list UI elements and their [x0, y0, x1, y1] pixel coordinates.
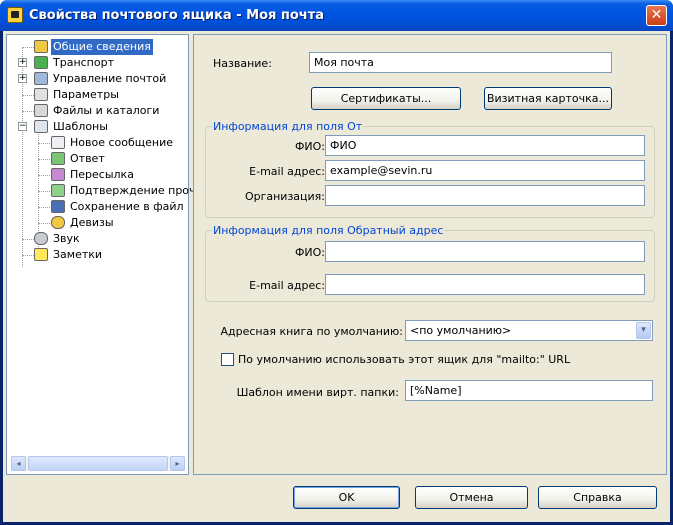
- tree-item-parameters[interactable]: Параметры: [7, 87, 188, 103]
- mailto-checkbox-label[interactable]: По умолчанию использовать этот ящик для …: [238, 353, 570, 366]
- scroll-left-button[interactable]: ◂: [11, 456, 26, 471]
- tree-item-label: Девизы: [70, 216, 114, 229]
- tree-item-label: Заметки: [53, 248, 103, 261]
- tree-item-save-to-file[interactable]: Сохранение в файл: [7, 199, 188, 215]
- addressbook-label: Адресная книга по умолчанию:: [220, 325, 403, 338]
- close-button[interactable]: ✕: [646, 5, 667, 26]
- tree-item-label: Параметры: [53, 88, 119, 101]
- tree-item-templates[interactable]: − Шаблоны: [7, 119, 188, 135]
- reply-fio-label: ФИО:: [294, 246, 325, 259]
- tree-item-label: Сохранение в файл: [70, 200, 184, 213]
- reply-group-title: Информация для поля Обратный адрес: [212, 224, 445, 237]
- settings-tree: Общие сведения + Транспорт + Управление …: [6, 34, 202, 475]
- expand-icon[interactable]: +: [18, 74, 27, 83]
- name-label: Название:: [213, 57, 272, 70]
- scroll-right-button[interactable]: ▸: [170, 456, 185, 471]
- expand-icon[interactable]: +: [18, 58, 27, 67]
- name-input[interactable]: Моя почта: [309, 52, 612, 73]
- reply-email-input[interactable]: [325, 274, 645, 295]
- tree-item-label: Новое сообщение: [70, 136, 174, 149]
- read-receipt-icon: [51, 184, 65, 197]
- scroll-thumb[interactable]: [28, 456, 168, 471]
- general-settings-panel: Название: Моя почта Сертификаты... Визит…: [193, 34, 667, 475]
- mailbox-app-icon: [7, 7, 23, 23]
- folder-template-label: Шаблон имени вирт. папки:: [236, 386, 399, 399]
- tree-item-label: Подтверждение прочт: [70, 184, 202, 197]
- addressbook-selected-value: <по умолчанию>: [410, 324, 512, 337]
- tree-item-general[interactable]: Общие сведения: [7, 39, 188, 55]
- sound-icon: [34, 232, 48, 245]
- tree-horizontal-scrollbar[interactable]: ◂ ▸: [11, 456, 185, 471]
- reply-fio-input[interactable]: [325, 241, 645, 262]
- tree-item-label: Шаблоны: [53, 120, 108, 133]
- tree-item-label: Файлы и каталоги: [53, 104, 160, 117]
- notes-icon: [34, 248, 48, 261]
- forward-icon: [51, 168, 65, 181]
- tree-item-transport[interactable]: + Транспорт: [7, 55, 188, 71]
- tree-item-label: Ответ: [70, 152, 105, 165]
- from-fio-input[interactable]: ФИО: [325, 135, 645, 156]
- dialog-client-area: Общие сведения + Транспорт + Управление …: [3, 31, 670, 522]
- dialog-window: Свойства почтового ящика - Моя почта ✕ О…: [0, 0, 673, 525]
- cancel-button[interactable]: Отмена: [415, 486, 528, 509]
- addressbook-select[interactable]: <по умолчанию> ▾: [405, 320, 653, 341]
- tree-item-label: Общие сведения: [51, 39, 153, 55]
- from-email-input[interactable]: example@sevin.ru: [325, 160, 645, 181]
- tree-item-forward[interactable]: Пересылка: [7, 167, 188, 183]
- tree-item-label: Транспорт: [53, 56, 114, 69]
- parameters-icon: [34, 88, 48, 101]
- from-fio-label: ФИО:: [294, 140, 325, 153]
- from-organization-input[interactable]: [325, 185, 645, 206]
- tree-item-sound[interactable]: Звук: [7, 231, 188, 247]
- title-bar[interactable]: Свойства почтового ящика - Моя почта ✕: [0, 0, 673, 31]
- reply-icon: [51, 152, 65, 165]
- window-title: Свойства почтового ящика - Моя почта: [29, 8, 325, 23]
- transport-icon: [34, 56, 48, 69]
- folder-template-input[interactable]: [%Name]: [405, 380, 653, 401]
- tree-item-mail-management[interactable]: + Управление почтой: [7, 71, 188, 87]
- templates-icon: [34, 120, 48, 133]
- certificates-button[interactable]: Сертификаты...: [311, 87, 461, 110]
- help-button[interactable]: Справка: [538, 486, 657, 509]
- chevron-down-icon[interactable]: ▾: [636, 322, 651, 339]
- from-group-title: Информация для поля От: [212, 120, 364, 133]
- tree-item-notes[interactable]: Заметки: [7, 247, 188, 263]
- tree-item-new-message[interactable]: Новое сообщение: [7, 135, 188, 151]
- new-message-icon: [51, 136, 65, 149]
- tree-item-files-folders[interactable]: Файлы и каталоги: [7, 103, 188, 119]
- tree-item-label: Звук: [53, 232, 80, 245]
- ok-button[interactable]: OK: [293, 486, 400, 509]
- from-organization-label: Организация:: [244, 190, 325, 203]
- mottos-icon: [51, 216, 65, 229]
- reply-email-label: E-mail адрес:: [249, 279, 325, 292]
- tree-item-mottos[interactable]: Девизы: [7, 215, 188, 231]
- collapse-icon[interactable]: −: [18, 122, 27, 131]
- mailto-checkbox[interactable]: [221, 353, 234, 366]
- mailbox-icon: [34, 40, 48, 53]
- tree-item-read-receipt[interactable]: Подтверждение прочт: [7, 183, 202, 199]
- tree-item-label: Управление почтой: [53, 72, 167, 85]
- tree-item-label: Пересылка: [70, 168, 134, 181]
- tree-item-reply[interactable]: Ответ: [7, 151, 188, 167]
- business-card-button[interactable]: Визитная карточка...: [484, 87, 612, 110]
- from-email-label: E-mail адрес:: [249, 165, 325, 178]
- mail-management-icon: [34, 72, 48, 85]
- save-to-file-icon: [51, 200, 65, 213]
- files-folders-icon: [34, 104, 48, 117]
